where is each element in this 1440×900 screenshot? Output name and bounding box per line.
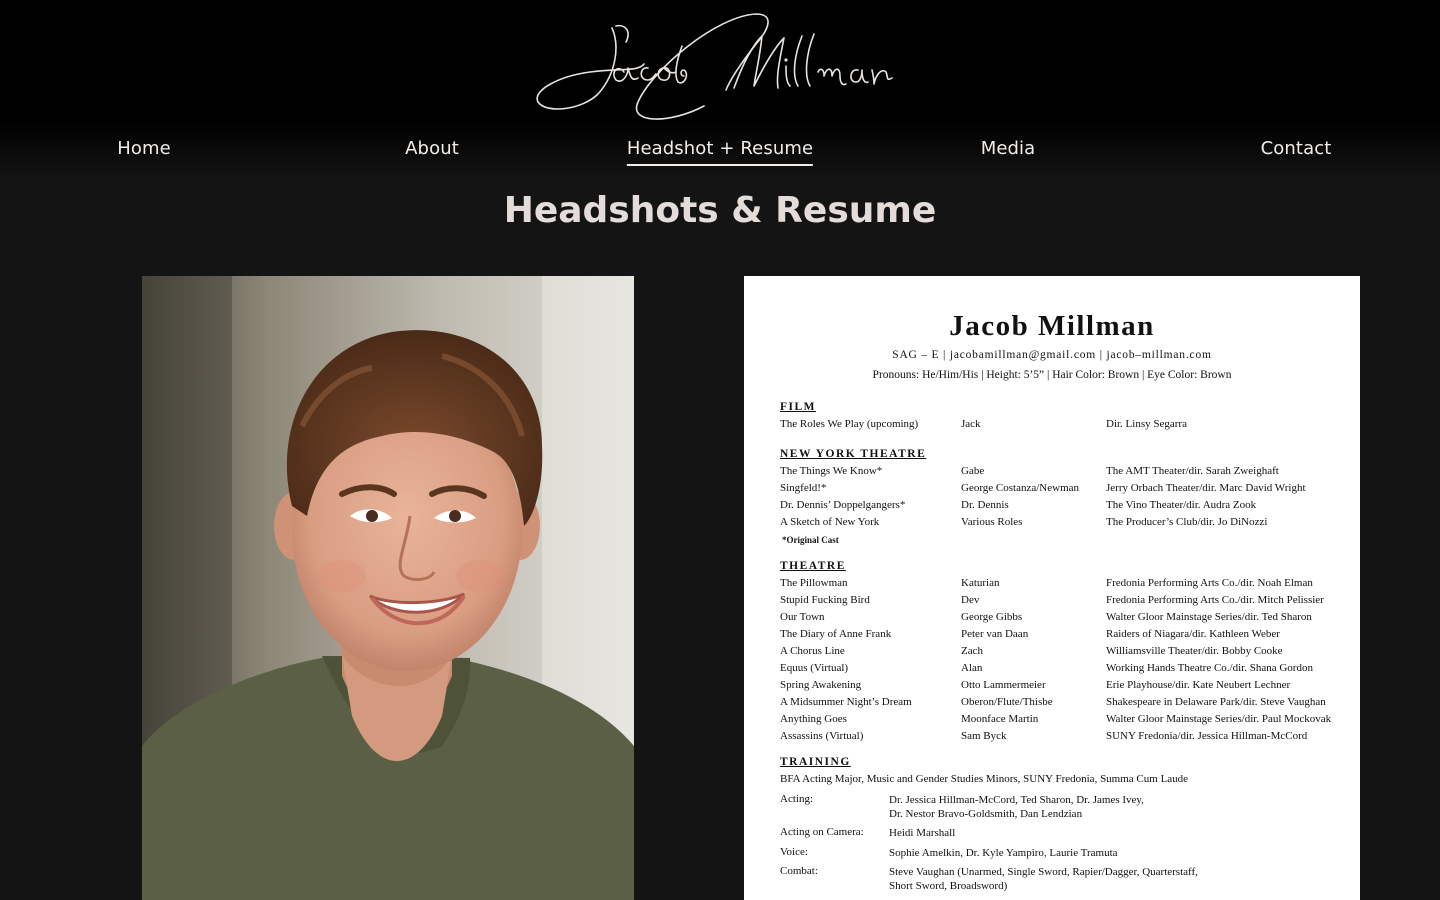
credit-company: Shakespeare in Delaware Park/dir. Steve … <box>1106 696 1326 708</box>
nav-home-link[interactable]: Home <box>117 138 171 164</box>
credit-title: Anything Goes <box>780 713 847 725</box>
headshot-photo[interactable] <box>142 276 634 900</box>
resume-row: A Midsummer Night’s Dream Oberon/Flute/T… <box>780 696 1350 712</box>
credit-company: Jerry Orbach Theater/dir. Marc David Wri… <box>1106 482 1306 494</box>
resume-details: Pronouns: He/Him/His | Height: 5’5” | Ha… <box>872 369 1232 381</box>
section-heading-theatre: THEATRE <box>780 560 846 572</box>
resume-name: Jacob Millman <box>949 310 1155 342</box>
resume-contact: SAG – E | jacobamillman@gmail.com | jaco… <box>892 349 1212 361</box>
training-degree: BFA Acting Major, Music and Gender Studi… <box>780 773 1189 785</box>
headshot-illustration <box>142 276 634 900</box>
training-value: Dr. Jessica Hillman-McCord, Ted Sharon, … <box>889 793 1144 821</box>
training-value-line: Heidi Marshall <box>889 827 956 839</box>
resume-row: The Diary of Anne Frank Peter van Daan R… <box>780 628 1350 644</box>
credit-company: Raiders of Niagara/dir. Kathleen Weber <box>1106 628 1280 640</box>
resume-row: Our Town George Gibbs Walter Gloor Mains… <box>780 611 1350 627</box>
resume-row: The Pillowman Katurian Fredonia Performi… <box>780 577 1350 593</box>
credit-company: Fredonia Performing Arts Co./dir. Noah E… <box>1106 577 1313 589</box>
credit-title: Spring Awakening <box>780 679 862 691</box>
resume-row: Assassins (Virtual) Sam Byck SUNY Fredon… <box>780 730 1350 746</box>
resume-row: Spring Awakening Otto Lammermeier Erie P… <box>780 679 1350 695</box>
training-value: Steve Vaughan (Unarmed, Single Sword, Ra… <box>889 865 1198 893</box>
credit-role: George Gibbs <box>961 611 1023 623</box>
training-label: Voice: <box>780 846 808 858</box>
credit-role: Jack <box>961 418 981 430</box>
training-label: Combat: <box>780 865 818 877</box>
credit-role: Zach <box>961 645 983 657</box>
credit-title: The Things We Know* <box>780 465 883 477</box>
credit-role: Katurian <box>961 577 1000 589</box>
training-label: Acting on Camera: <box>780 826 864 838</box>
credit-title: Stupid Fucking Bird <box>780 594 870 606</box>
section-heading-training: TRAINING <box>780 756 851 768</box>
credit-company: Erie Playhouse/dir. Kate Neubert Lechner <box>1106 679 1291 691</box>
credit-company: The Producer’s Club/dir. Jo DiNozzi <box>1106 516 1268 528</box>
credit-company: Dir. Linsy Segarra <box>1106 418 1187 430</box>
credit-company: The Vino Theater/dir. Audra Zook <box>1106 499 1257 511</box>
resume-row: The Roles We Play (upcoming) Jack Dir. L… <box>780 418 1350 434</box>
credit-title: A Chorus Line <box>780 645 845 657</box>
credit-role: Various Roles <box>961 516 1023 528</box>
credit-title: The Pillowman <box>780 577 848 589</box>
credit-title: The Roles We Play (upcoming) <box>780 418 919 430</box>
signature-logo[interactable] <box>520 6 920 132</box>
resume-row: Dr. Dennis’ Doppelgangers* Dr. Dennis Th… <box>780 499 1350 515</box>
nav-media-link[interactable]: Media <box>981 138 1036 164</box>
credit-title: Dr. Dennis’ Doppelgangers* <box>780 499 906 511</box>
site-header: Home About Headshot + Resume Media Conta… <box>0 0 1440 180</box>
training-value-line: Dr. Nestor Bravo-Goldsmith, Dan Lendzian <box>889 808 1083 820</box>
signature-logo-graphic <box>536 13 893 120</box>
credit-role: Alan <box>961 662 983 674</box>
page-title: Headshots & Resume <box>503 190 937 231</box>
resume-row: Singfeld!* George Costanza/Newman Jerry … <box>780 482 1350 498</box>
credit-role: George Costanza/Newman <box>961 482 1080 494</box>
resume-row: Equus (Virtual) Alan Working Hands Theat… <box>780 662 1350 678</box>
credit-title: A Sketch of New York <box>780 516 880 528</box>
credit-title: Our Town <box>780 611 825 623</box>
credit-title: Assassins (Virtual) <box>780 730 864 742</box>
credit-role: Sam Byck <box>961 730 1007 742</box>
original-cast-note: *Original Cast <box>782 535 839 545</box>
training-value-line: Steve Vaughan (Unarmed, Single Sword, Ra… <box>889 866 1198 878</box>
training-value: Sophie Amelkin, Dr. Kyle Yampiro, Laurie… <box>889 846 1118 860</box>
credit-company: Walter Gloor Mainstage Series/dir. Ted S… <box>1106 611 1312 623</box>
section-heading-film: FILM <box>780 401 817 413</box>
credit-title: A Midsummer Night’s Dream <box>780 696 912 708</box>
training-value: Heidi Marshall <box>889 826 955 840</box>
nav-about-link[interactable]: About <box>405 138 459 164</box>
section-heading-ny-theatre: NEW YORK THEATRE <box>780 448 927 460</box>
resume-document[interactable]: Jacob Millman SAG – E | jacobamillman@gm… <box>744 276 1360 900</box>
credit-company: SUNY Fredonia/dir. Jessica Hillman-McCor… <box>1106 730 1308 742</box>
training-label: Acting: <box>780 793 813 805</box>
credit-title: Singfeld!* <box>780 482 827 494</box>
credit-role: Dr. Dennis <box>961 499 1009 511</box>
credit-company: The AMT Theater/dir. Sarah Zweighaft <box>1106 465 1279 477</box>
resume-row: Stupid Fucking Bird Dev Fredonia Perform… <box>780 594 1350 610</box>
credit-role: Gabe <box>961 465 985 477</box>
credit-role: Otto Lammermeier <box>961 679 1046 691</box>
credit-company: Walter Gloor Mainstage Series/dir. Paul … <box>1106 713 1332 725</box>
resume-row: A Chorus Line Zach Williamsville Theater… <box>780 645 1350 661</box>
resume-row: Anything Goes Moonface Martin Walter Glo… <box>780 713 1350 729</box>
training-value-line: Dr. Jessica Hillman-McCord, Ted Sharon, … <box>889 794 1144 806</box>
resume-row: A Sketch of New York Various Roles The P… <box>780 516 1350 532</box>
training-value-line: Sophie Amelkin, Dr. Kyle Yampiro, Laurie… <box>889 847 1118 859</box>
credit-company: Williamsville Theater/dir. Bobby Cooke <box>1106 645 1283 657</box>
credit-company: Working Hands Theatre Co./dir. Shana Gor… <box>1106 662 1313 674</box>
credit-title: The Diary of Anne Frank <box>780 628 892 640</box>
credit-role: Dev <box>961 594 980 606</box>
resume-row: The Things We Know* Gabe The AMT Theater… <box>780 465 1350 481</box>
main-nav: Home About Headshot + Resume Media Conta… <box>0 138 1440 178</box>
training-value-line: Short Sword, Broadsword) <box>889 880 1008 892</box>
credit-company: Fredonia Performing Arts Co./dir. Mitch … <box>1106 594 1324 606</box>
credit-role: Oberon/Flute/Thisbe <box>961 696 1053 708</box>
nav-contact-link[interactable]: Contact <box>1261 138 1332 164</box>
credit-role: Moonface Martin <box>961 713 1039 725</box>
nav-headshot-resume-link[interactable]: Headshot + Resume <box>626 138 814 166</box>
credit-title: Equus (Virtual) <box>780 662 849 674</box>
credit-role: Peter van Daan <box>961 628 1029 640</box>
